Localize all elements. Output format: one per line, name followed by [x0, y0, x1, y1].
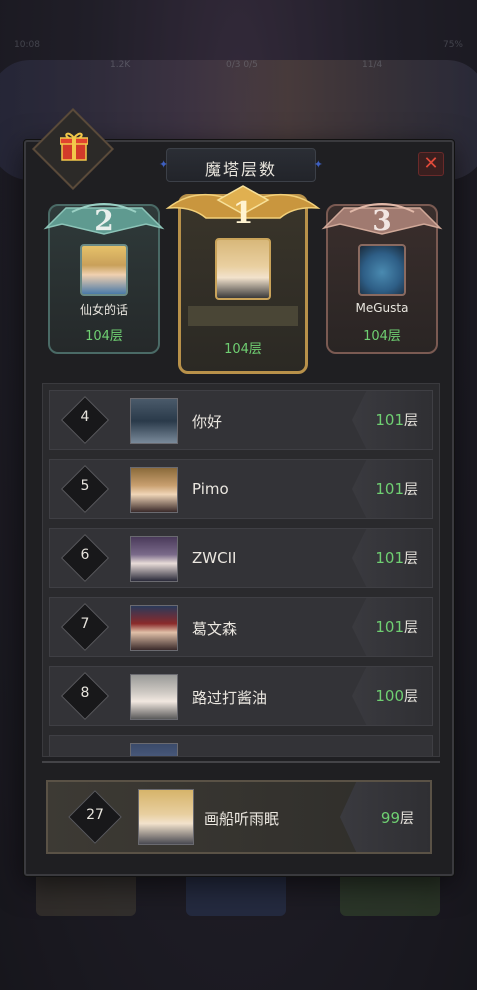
ranking-list[interactable]: 4 你好 101层 5 Pimo 101层 6 ZWCII 101层 7 葛文森: [42, 383, 440, 757]
podium-name-plate-rank-1: [188, 306, 298, 326]
partial-avatar: [130, 743, 178, 756]
podium-rank-3: 3: [372, 204, 392, 237]
armored-knight-avatar: [130, 398, 178, 444]
row-floor: 101层: [375, 618, 418, 636]
podium-floor-rank-3: 104层: [363, 329, 401, 344]
podium-floor-rank-2: 104层: [85, 329, 123, 344]
podium-card-rank-1[interactable]: 1 104层: [165, 185, 321, 374]
my-floor: 99层: [380, 809, 414, 827]
row-name: Pimo: [192, 480, 229, 498]
brunette-hero-avatar: [130, 467, 178, 513]
row-name: 你好: [192, 413, 223, 431]
silver-hair-girl-avatar: [130, 674, 178, 720]
row-rank: 6: [80, 547, 90, 563]
podium-rank-1: 1: [232, 196, 254, 231]
row-rank: 7: [80, 616, 90, 632]
list-item[interactable]: 5 Pimo 101层: [49, 459, 433, 519]
leaderboard-dialog: ✦ 魔塔层数 ✦ ✕ 2 仙女的话 104层 1 104层 3 MeGusta …: [24, 107, 454, 876]
podium-rank-2: 2: [94, 204, 114, 237]
gift-icon[interactable]: [60, 132, 88, 162]
row-floor: 101层: [375, 411, 418, 429]
blonde-elf-avatar: [80, 244, 128, 296]
row-name: ZWCII: [192, 549, 237, 567]
my-rank-row[interactable]: 27 画船听雨眠 99层: [46, 780, 432, 854]
golden-hair-hero-avatar: [215, 238, 271, 300]
title-bar: ✦ 魔塔层数 ✦: [159, 148, 323, 182]
list-item[interactable]: 7 葛文森 101层: [49, 597, 433, 657]
close-button[interactable]: ✕: [418, 152, 444, 176]
row-rank: 4: [80, 409, 90, 425]
row-rank: 8: [80, 685, 90, 701]
row-floor: 101层: [375, 549, 418, 567]
my-rank: 27: [86, 807, 104, 823]
close-icon: ✕: [423, 153, 439, 174]
list-item[interactable]: 8 路过打酱油 100层: [49, 666, 433, 726]
my-name: 画船听雨眠: [204, 810, 280, 828]
row-floor: 100层: [375, 687, 418, 705]
red-hair-captain-avatar: [130, 605, 178, 651]
hooded-girl-avatar: [130, 536, 178, 582]
podium-name-rank-2: 仙女的话: [79, 303, 128, 317]
list-item[interactable]: 4 你好 101层: [49, 390, 433, 450]
list-item-partial[interactable]: [49, 735, 433, 756]
dialog-title: 魔塔层数: [204, 160, 277, 179]
row-name: 路过打酱油: [192, 689, 268, 707]
list-item[interactable]: 6 ZWCII 101层: [49, 528, 433, 588]
blonde-knight-avatar: [138, 789, 194, 845]
podium-floor-rank-1: 104层: [224, 342, 262, 357]
podium-name-rank-3: MeGusta: [355, 301, 409, 315]
podium-card-rank-3[interactable]: 3 MeGusta 104层: [321, 203, 443, 354]
row-rank: 5: [80, 478, 90, 494]
star-right-icon: ✦: [313, 158, 323, 171]
row-name: 葛文森: [192, 620, 238, 638]
row-floor: 101层: [375, 480, 418, 498]
blue-goblin-avatar: [358, 244, 406, 296]
list-divider: [42, 761, 440, 763]
podium-card-rank-2[interactable]: 2 仙女的话 104层: [43, 203, 165, 354]
